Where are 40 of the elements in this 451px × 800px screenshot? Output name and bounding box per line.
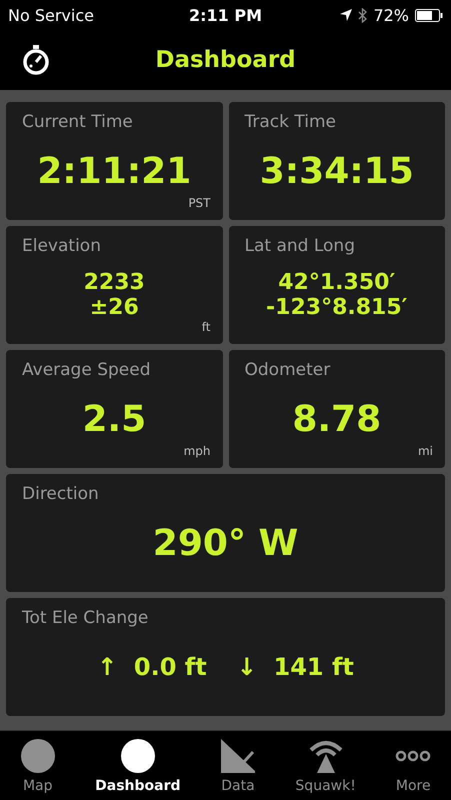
tile-title: Direction — [22, 484, 99, 504]
tab-item[interactable]: Squawk! — [293, 734, 358, 798]
antenna-icon — [308, 738, 344, 774]
chart-icon — [220, 738, 256, 774]
tile-value: ±26 — [90, 295, 139, 320]
carrier-label: No Service — [8, 6, 94, 24]
battery-percent: 72% — [373, 6, 409, 24]
tile-value: 2.5 — [82, 398, 146, 440]
tile-title: Average Speed — [22, 360, 151, 380]
tile-value: 290° W — [152, 522, 298, 564]
tile-title: Tot Ele Change — [22, 608, 148, 628]
tile-value: 3:34:15 — [260, 150, 414, 192]
clock-time: 2:11 PM — [188, 6, 262, 24]
tab-item[interactable]: Data — [218, 734, 258, 798]
battery-icon — [415, 8, 443, 22]
tile-title: Lat and Long — [244, 236, 355, 256]
unit-label: PST — [188, 196, 210, 210]
unit-label: mph — [184, 444, 210, 458]
stopwatch-icon[interactable] — [22, 45, 50, 75]
location-icon — [340, 9, 352, 21]
unit-label: ft — [202, 320, 210, 334]
tile-value: ↑ 0.0 ft — [97, 653, 207, 681]
tab-item[interactable]: Dashboard — [93, 734, 183, 798]
screen-title: Dashboard — [155, 47, 296, 73]
tile-value: 2:11:21 — [37, 150, 192, 192]
circle-icon — [120, 738, 156, 774]
tile-value: 8.78 — [292, 398, 382, 440]
tile-value: 2233 — [84, 270, 145, 295]
circle-icon — [20, 738, 56, 774]
bluetooth-icon — [358, 8, 368, 22]
tile-title: Track Time — [244, 112, 336, 132]
tab-item[interactable]: Map — [18, 734, 58, 798]
tab-item[interactable]: More — [393, 734, 434, 798]
unit-label: mi — [418, 444, 433, 458]
tile-title: Odometer — [244, 360, 330, 380]
tile-title: Current Time — [22, 112, 133, 132]
tile-value: 42°1.350′ — [278, 270, 396, 295]
tile-title: Elevation — [22, 236, 101, 256]
tile-value: -123°8.815′ — [266, 295, 408, 320]
tile-value: ↓ 141 ft — [236, 653, 354, 681]
